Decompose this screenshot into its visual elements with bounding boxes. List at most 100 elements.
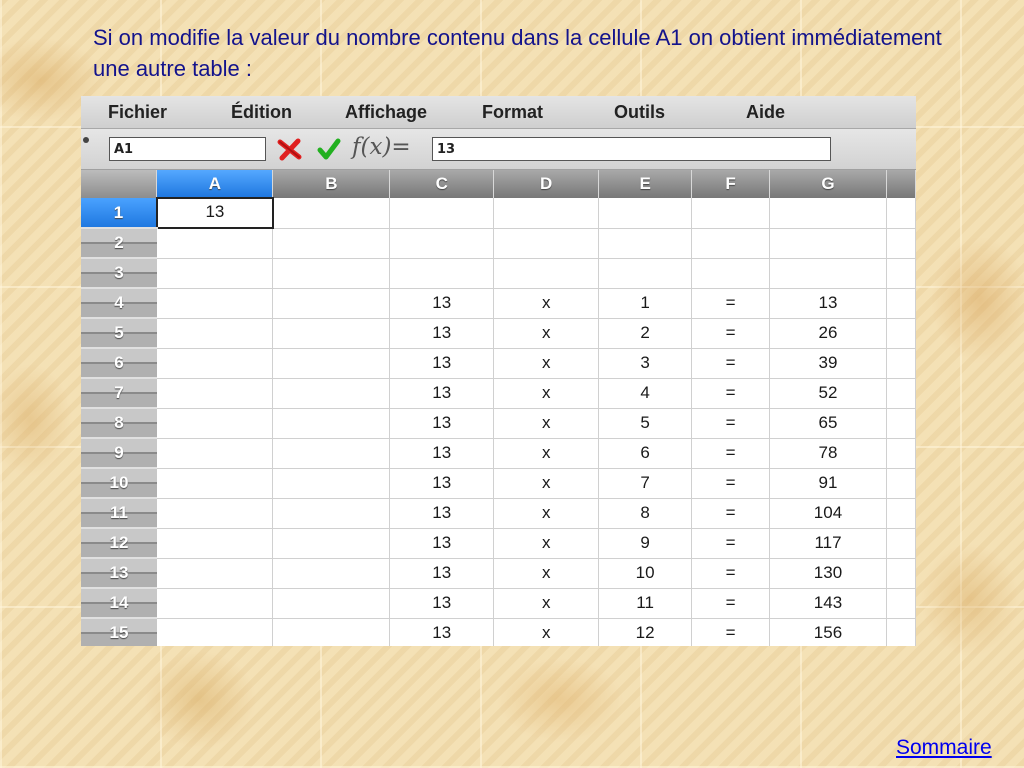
cell-c10[interactable]: 13 bbox=[389, 468, 495, 499]
cell-g10[interactable]: 91 bbox=[769, 468, 887, 499]
cell-g15[interactable]: 156 bbox=[769, 618, 887, 646]
cell-c14[interactable]: 13 bbox=[389, 588, 495, 619]
cell-a11[interactable] bbox=[156, 498, 274, 529]
row-header-7[interactable]: 7 bbox=[81, 378, 157, 409]
cell-h10[interactable] bbox=[886, 468, 916, 499]
cell-a4[interactable] bbox=[156, 288, 274, 319]
column-header-g[interactable]: G bbox=[769, 170, 887, 198]
cell-a12[interactable] bbox=[156, 528, 274, 559]
formula-input[interactable]: 13 bbox=[432, 137, 831, 161]
cell-h9[interactable] bbox=[886, 438, 916, 469]
cell-d10[interactable]: x bbox=[493, 468, 600, 499]
cell-a8[interactable] bbox=[156, 408, 274, 439]
cell-e13[interactable]: 10 bbox=[598, 558, 693, 589]
cell-b13[interactable] bbox=[272, 558, 391, 589]
function-label[interactable]: f(x)= bbox=[352, 134, 411, 160]
cell-h8[interactable] bbox=[886, 408, 916, 439]
row-header-12[interactable]: 12 bbox=[81, 528, 157, 559]
cell-c12[interactable]: 13 bbox=[389, 528, 495, 559]
cell-g4[interactable]: 13 bbox=[769, 288, 887, 319]
cell-g9[interactable]: 78 bbox=[769, 438, 887, 469]
cell-b12[interactable] bbox=[272, 528, 391, 559]
row-header-4[interactable]: 4 bbox=[81, 288, 157, 319]
cell-d1[interactable] bbox=[493, 198, 600, 229]
cell-a7[interactable] bbox=[156, 378, 274, 409]
menu-edition[interactable]: Édition bbox=[231, 102, 292, 123]
cell-c1[interactable] bbox=[389, 198, 495, 229]
cell-f5[interactable]: = bbox=[691, 318, 771, 349]
menu-format[interactable]: Format bbox=[482, 102, 543, 123]
cell-d3[interactable] bbox=[493, 258, 600, 289]
cell-f7[interactable]: = bbox=[691, 378, 771, 409]
cell-d11[interactable]: x bbox=[493, 498, 600, 529]
row-header-9[interactable]: 9 bbox=[81, 438, 157, 469]
cell-d4[interactable]: x bbox=[493, 288, 600, 319]
cell-d5[interactable]: x bbox=[493, 318, 600, 349]
accept-icon[interactable] bbox=[317, 138, 341, 162]
row-header-8[interactable]: 8 bbox=[81, 408, 157, 439]
menu-aide[interactable]: Aide bbox=[746, 102, 785, 123]
cell-d15[interactable]: x bbox=[493, 618, 600, 646]
cell-h15[interactable] bbox=[886, 618, 916, 646]
cell-g6[interactable]: 39 bbox=[769, 348, 887, 379]
cell-a6[interactable] bbox=[156, 348, 274, 379]
cell-h13[interactable] bbox=[886, 558, 916, 589]
cell-h11[interactable] bbox=[886, 498, 916, 529]
cell-h5[interactable] bbox=[886, 318, 916, 349]
cell-g5[interactable]: 26 bbox=[769, 318, 887, 349]
cell-e11[interactable]: 8 bbox=[598, 498, 693, 529]
cell-b6[interactable] bbox=[272, 348, 391, 379]
cell-a13[interactable] bbox=[156, 558, 274, 589]
cell-f10[interactable]: = bbox=[691, 468, 771, 499]
row-header-3[interactable]: 3 bbox=[81, 258, 157, 289]
cell-c8[interactable]: 13 bbox=[389, 408, 495, 439]
cell-b11[interactable] bbox=[272, 498, 391, 529]
menu-fichier[interactable]: Fichier bbox=[108, 102, 167, 123]
cell-d14[interactable]: x bbox=[493, 588, 600, 619]
cell-f15[interactable]: = bbox=[691, 618, 771, 646]
cell-a14[interactable] bbox=[156, 588, 274, 619]
cell-b4[interactable] bbox=[272, 288, 391, 319]
cell-e6[interactable]: 3 bbox=[598, 348, 693, 379]
cell-f2[interactable] bbox=[691, 228, 771, 259]
cell-b2[interactable] bbox=[272, 228, 391, 259]
cell-b15[interactable] bbox=[272, 618, 391, 646]
cell-g13[interactable]: 130 bbox=[769, 558, 887, 589]
column-header-b[interactable]: B bbox=[272, 170, 391, 198]
cancel-icon[interactable] bbox=[277, 138, 303, 162]
cell-g2[interactable] bbox=[769, 228, 887, 259]
row-header-13[interactable]: 13 bbox=[81, 558, 157, 589]
cell-f11[interactable]: = bbox=[691, 498, 771, 529]
cell-d9[interactable]: x bbox=[493, 438, 600, 469]
cell-f12[interactable]: = bbox=[691, 528, 771, 559]
select-all-corner[interactable] bbox=[81, 170, 158, 198]
cell-f8[interactable]: = bbox=[691, 408, 771, 439]
cell-e7[interactable]: 4 bbox=[598, 378, 693, 409]
cell-e2[interactable] bbox=[598, 228, 693, 259]
cell-b7[interactable] bbox=[272, 378, 391, 409]
column-header-d[interactable]: D bbox=[493, 170, 600, 198]
cell-d2[interactable] bbox=[493, 228, 600, 259]
cell-f1[interactable] bbox=[691, 198, 771, 229]
row-header-5[interactable]: 5 bbox=[81, 318, 157, 349]
cell-d6[interactable]: x bbox=[493, 348, 600, 379]
cell-a3[interactable] bbox=[156, 258, 274, 289]
cell-a5[interactable] bbox=[156, 318, 274, 349]
cell-e14[interactable]: 11 bbox=[598, 588, 693, 619]
cell-h2[interactable] bbox=[886, 228, 916, 259]
row-header-11[interactable]: 11 bbox=[81, 498, 157, 529]
cell-f6[interactable]: = bbox=[691, 348, 771, 379]
cell-g11[interactable]: 104 bbox=[769, 498, 887, 529]
cell-g12[interactable]: 117 bbox=[769, 528, 887, 559]
row-header-2[interactable]: 2 bbox=[81, 228, 157, 259]
menu-outils[interactable]: Outils bbox=[614, 102, 665, 123]
cell-g14[interactable]: 143 bbox=[769, 588, 887, 619]
cell-g8[interactable]: 65 bbox=[769, 408, 887, 439]
column-header-f[interactable]: F bbox=[691, 170, 771, 198]
cell-e4[interactable]: 1 bbox=[598, 288, 693, 319]
row-header-15[interactable]: 15 bbox=[81, 618, 157, 646]
cell-g1[interactable] bbox=[769, 198, 887, 229]
cell-f14[interactable]: = bbox=[691, 588, 771, 619]
cell-f4[interactable]: = bbox=[691, 288, 771, 319]
cell-d12[interactable]: x bbox=[493, 528, 600, 559]
